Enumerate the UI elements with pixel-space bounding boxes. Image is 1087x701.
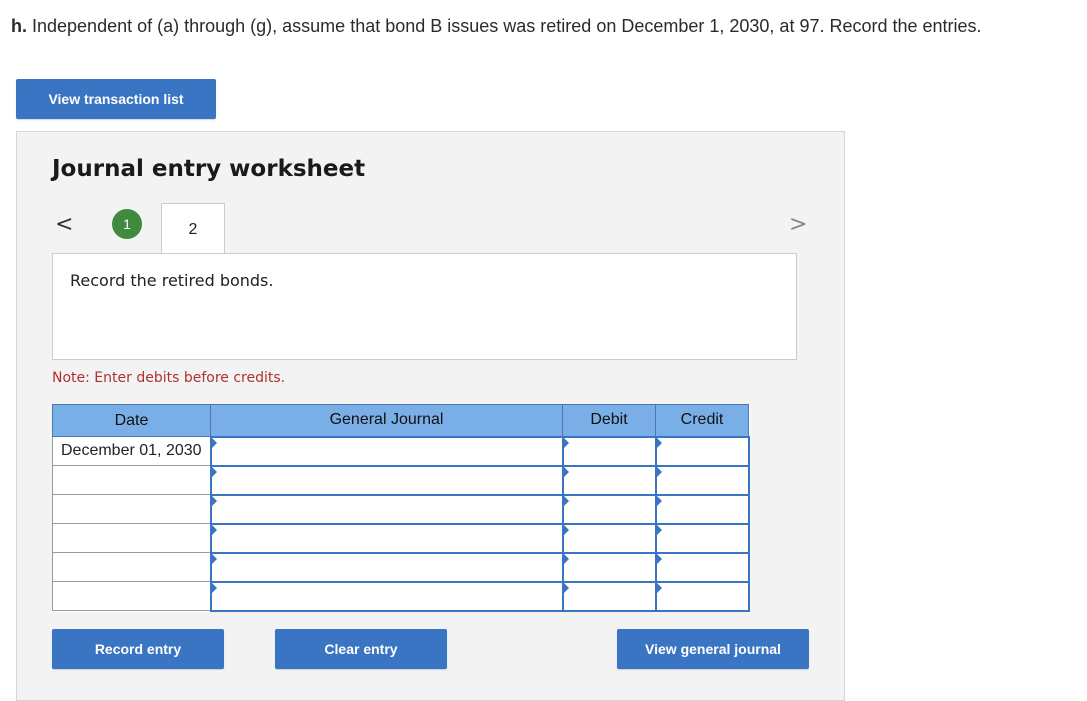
credit-input[interactable] xyxy=(654,522,750,554)
date-cell xyxy=(52,465,211,495)
debit-input[interactable] xyxy=(561,435,657,467)
header-date: Date xyxy=(52,404,211,437)
date-cell: December 01, 2030 xyxy=(52,436,211,466)
question-body: Independent of (a) through (g), assume t… xyxy=(27,16,982,36)
credit-input[interactable] xyxy=(654,551,750,583)
date-cell xyxy=(52,581,211,611)
journal-table: Date General Journal Debit Credit Decemb… xyxy=(52,404,750,612)
table-header-row: Date General Journal Debit Credit xyxy=(52,404,749,437)
debit-input[interactable] xyxy=(561,580,657,612)
debit-input[interactable] xyxy=(561,493,657,525)
chevron-right-icon[interactable]: > xyxy=(789,212,807,237)
date-cell xyxy=(52,494,211,524)
journal-worksheet-panel: Journal entry worksheet < 1 2 > Record t… xyxy=(16,131,845,701)
table-row xyxy=(52,522,750,554)
account-select[interactable] xyxy=(209,522,564,554)
header-credit: Credit xyxy=(655,404,749,437)
step-description-text: Record the retired bonds. xyxy=(70,271,274,290)
credit-input[interactable] xyxy=(654,464,750,496)
credit-input[interactable] xyxy=(654,580,750,612)
table-row: December 01, 2030 xyxy=(52,435,750,467)
note-text: Note: Enter debits before credits. xyxy=(52,370,286,386)
step-description: Record the retired bonds. xyxy=(52,253,797,360)
table-row xyxy=(52,493,750,525)
debit-input[interactable] xyxy=(561,522,657,554)
view-general-journal-button[interactable]: View general journal xyxy=(617,629,809,669)
account-select[interactable] xyxy=(209,551,564,583)
step-1-tab[interactable]: 1 xyxy=(112,209,142,239)
clear-entry-button[interactable]: Clear entry xyxy=(275,629,447,669)
step-2-tab[interactable]: 2 xyxy=(161,203,225,255)
credit-input[interactable] xyxy=(654,493,750,525)
date-cell xyxy=(52,552,211,582)
account-select[interactable] xyxy=(209,464,564,496)
view-transaction-list-button[interactable]: View transaction list xyxy=(16,79,216,119)
account-select[interactable] xyxy=(209,435,564,467)
record-entry-button[interactable]: Record entry xyxy=(52,629,224,669)
question-label: h. xyxy=(11,16,27,36)
header-debit: Debit xyxy=(562,404,656,437)
table-row xyxy=(52,464,750,496)
debit-input[interactable] xyxy=(561,464,657,496)
debit-input[interactable] xyxy=(561,551,657,583)
question-text: h. Independent of (a) through (g), assum… xyxy=(11,16,982,37)
chevron-left-icon[interactable]: < xyxy=(55,212,73,237)
table-row xyxy=(52,580,750,612)
credit-input[interactable] xyxy=(654,435,750,467)
table-row xyxy=(52,551,750,583)
account-select[interactable] xyxy=(209,493,564,525)
worksheet-title: Journal entry worksheet xyxy=(52,156,366,182)
header-general-journal: General Journal xyxy=(210,404,563,437)
account-select[interactable] xyxy=(209,580,564,612)
date-cell xyxy=(52,523,211,553)
